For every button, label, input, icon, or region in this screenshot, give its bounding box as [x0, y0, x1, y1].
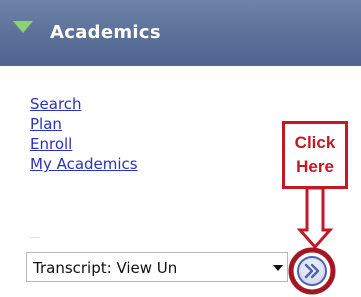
link-search[interactable]: Search [30, 94, 138, 114]
divider [30, 237, 40, 238]
academics-links: Search Plan Enroll My Academics [30, 94, 138, 174]
go-button[interactable] [296, 255, 328, 287]
chevron-down-icon[interactable] [273, 265, 283, 271]
triangle-down-icon[interactable] [13, 21, 33, 33]
section-title: Academics [50, 22, 161, 43]
dropdown-selected-value: Transcript: View Un [33, 259, 178, 277]
academics-dropdown[interactable]: Transcript: View Un [26, 252, 288, 282]
double-chevron-right-icon [297, 256, 327, 286]
section-header[interactable]: Academics [0, 0, 361, 66]
link-plan[interactable]: Plan [30, 114, 138, 134]
link-my-academics[interactable]: My Academics [30, 154, 138, 174]
down-arrow-icon [296, 186, 334, 250]
callout-text: Click Here [294, 133, 336, 176]
link-enroll[interactable]: Enroll [30, 134, 138, 154]
click-here-callout: Click Here [282, 121, 348, 189]
